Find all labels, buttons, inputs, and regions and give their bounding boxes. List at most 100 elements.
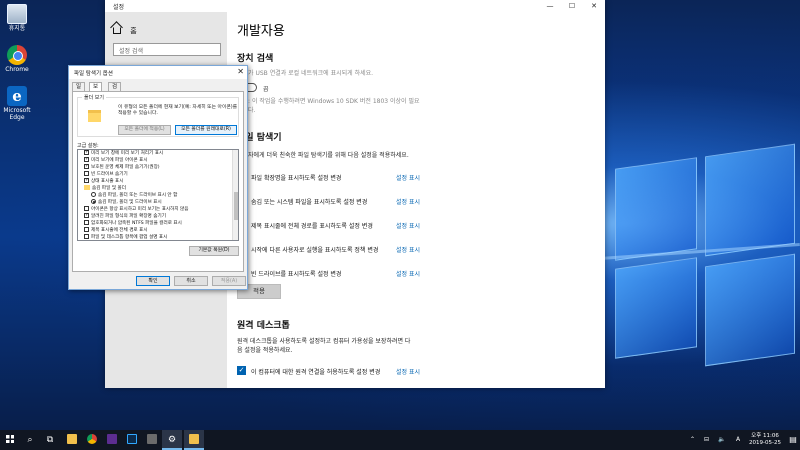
taskbar-visual-studio[interactable] — [102, 430, 122, 450]
checkbox[interactable] — [84, 206, 89, 211]
taskbar-folder-options[interactable] — [184, 430, 204, 450]
adv-setting-label: 암호화되거나 압축된 NTFS 파일을 컬러로 표시 — [91, 221, 182, 226]
checkbox[interactable] — [84, 171, 89, 176]
show-settings-link[interactable]: 설정 표시 — [396, 221, 420, 230]
dialog-apply-button[interactable]: 적용(A) — [212, 276, 246, 286]
adv-setting-item[interactable]: 숨김 파일, 폴더 또는 드라이브 표시 안 함 — [91, 192, 177, 199]
checkbox[interactable] — [84, 212, 89, 219]
apply-to-folders-button[interactable]: 모든 폴더에 적용(L) — [118, 125, 171, 135]
option-label: 제목 표시줄에 전체 경로를 표시하도록 설정 변경 — [251, 223, 373, 230]
desktop-icon-edge[interactable]: e Microsoft Edge — [0, 86, 34, 122]
adv-setting-item[interactable]: 암호화되거나 압축된 NTFS 파일을 컬러로 표시 — [84, 220, 182, 227]
remote-desktop-option[interactable]: ✓ 이 컴퓨터에 대한 원격 연결을 허용하도록 설정 변경 설정 표시 — [237, 366, 597, 376]
network-icon[interactable]: ⊟ — [704, 430, 709, 450]
file-explorer-option[interactable]: ✓ 제목 표시줄에 전체 경로를 표시하도록 설정 변경 설정 표시 — [237, 220, 597, 230]
folder-small-icon — [84, 185, 90, 190]
taskbar-clock[interactable]: 오후 11:06 2019-05-25 — [748, 433, 782, 447]
file-explorer-option[interactable]: ✓ 숨김 또는 시스템 파일을 표시하도록 설정 변경 설정 표시 — [237, 196, 597, 206]
remote-desktop-heading: 원격 데스크톱 — [237, 321, 290, 331]
reset-folders-button[interactable]: 모든 폴더를 원래대로(R) — [175, 125, 237, 135]
show-settings-link[interactable]: 설정 표시 — [396, 173, 420, 182]
option-label: 이 컴퓨터에 대한 원격 연결을 허용하도록 설정 변경 — [251, 369, 381, 376]
folder-options-dialog: 파일 탐색기 옵션 ✕ 일반 보기 검색 폴더 보기 이 유형의 모든 폴더에 … — [68, 65, 248, 290]
dialog-close-button[interactable]: ✕ — [237, 67, 244, 76]
minimize-button[interactable]: — — [539, 0, 561, 12]
checkbox-checked[interactable]: ✓ — [237, 366, 246, 375]
adv-setting-item[interactable]: 상태 표시줄 표시 — [84, 177, 124, 185]
adv-setting-label: 빈 드라이브 숨기기 — [91, 172, 128, 177]
adv-setting-label: 알려진 파일 형식의 파일 확장명 숨기기 — [91, 214, 166, 219]
adv-setting-label: 상태 표시줄 표시 — [91, 179, 124, 184]
adv-setting-item[interactable]: 빈 드라이브 숨기기 — [84, 171, 128, 178]
show-settings-link[interactable]: 설정 표시 — [396, 269, 420, 278]
option-label: 빈 드라이브를 표시하도록 설정 변경 — [251, 271, 342, 278]
clock-time: 오후 11:06 — [751, 433, 779, 439]
logo-pane-br — [705, 253, 795, 367]
logo-pane-bl — [615, 257, 697, 359]
advanced-list-scrollbar[interactable] — [232, 150, 238, 240]
nav-home[interactable]: 홈 — [113, 26, 137, 36]
radio-button[interactable] — [91, 199, 96, 204]
restore-defaults-button[interactable]: 기본값 복원(D) — [189, 246, 239, 256]
settings-search-input[interactable]: 설정 검색 — [113, 43, 221, 56]
search-icon: ⌕ — [27, 435, 33, 445]
start-button[interactable] — [0, 430, 20, 450]
file-explorer-option[interactable]: ✓ 시작에 다른 사용자로 실행을 표시하도록 정책 변경 설정 표시 — [237, 244, 597, 254]
checkbox[interactable] — [84, 150, 89, 156]
taskbar-file-explorer[interactable] — [62, 430, 82, 450]
settings-content: 개발자용 장치 검색 장치가 USB 연결과 로컬 네트워크에 표시되게 하세요… — [227, 12, 605, 388]
ime-indicator[interactable]: A — [736, 430, 740, 450]
checkbox[interactable] — [84, 177, 89, 184]
adv-setting-item[interactable]: 미리 보기 창에 미리 보기 처리기 표시 — [84, 150, 163, 157]
show-settings-link[interactable]: 설정 표시 — [396, 367, 420, 376]
file-explorer-desc: 개발자에게 더욱 친숙한 파일 탐색기를 위해 다음 설정을 적용하세요. — [237, 152, 409, 159]
cancel-button[interactable]: 취소 — [174, 276, 208, 286]
notification-center-icon[interactable]: ▤ — [786, 430, 800, 450]
checkbox[interactable] — [84, 156, 89, 163]
taskbar-photoshop[interactable] — [122, 430, 142, 450]
remote-desktop-desc-line2: 음 설정을 적용하세요. — [237, 347, 293, 354]
home-icon — [113, 27, 121, 34]
show-settings-link[interactable]: 설정 표시 — [396, 245, 420, 254]
ok-button[interactable]: 확인 — [136, 276, 170, 286]
chrome-icon — [7, 45, 27, 65]
show-settings-link[interactable]: 설정 표시 — [396, 197, 420, 206]
checkbox[interactable] — [84, 227, 89, 232]
checkbox[interactable] — [84, 220, 89, 225]
scrollbar-thumb[interactable] — [234, 192, 238, 220]
adv-setting-item[interactable]: 알려진 파일 형식의 파일 확장명 숨기기 — [84, 212, 166, 220]
photoshop-icon — [127, 434, 137, 444]
settings-titlebar[interactable]: 설정 — ☐ ✕ — [105, 0, 605, 12]
taskbar-search-button[interactable]: ⌕ — [20, 430, 40, 450]
adv-setting-item[interactable]: 아이콘은 항상 표시하고 미리 보기는 표시하지 않음 — [84, 206, 189, 213]
checkbox[interactable] — [84, 234, 89, 239]
adv-setting-item[interactable]: 파일 및 데스크톱 항목에 팝업 설명 표시 — [84, 234, 168, 240]
adv-setting-label: 제목 표시줄에 전체 경로 표시 — [91, 228, 148, 233]
adv-setting-item[interactable]: 제목 표시줄에 전체 경로 표시 — [84, 227, 148, 234]
file-explorer-option[interactable]: ✓ 파일 확장명을 표시하도록 설정 변경 설정 표시 — [237, 172, 597, 182]
desktop-icon-chrome[interactable]: Chrome — [0, 45, 34, 74]
logo-pane-tl — [615, 157, 697, 261]
adv-setting-item[interactable]: 미리 보기에 파일 아이콘 표시 — [84, 156, 148, 164]
tray-overflow-icon[interactable]: ⌃ — [690, 430, 695, 450]
checkbox[interactable] — [84, 163, 89, 170]
adv-setting-label: 파일 및 데스크톱 항목에 팝업 설명 표시 — [91, 235, 168, 240]
taskbar-settings[interactable]: ⚙ — [162, 430, 182, 450]
close-button[interactable]: ✕ — [583, 0, 605, 12]
advanced-settings-list[interactable]: 미리 보기 창에 미리 보기 처리기 표시 미리 보기에 파일 아이콘 표시 보… — [77, 149, 239, 241]
recycle-bin-icon — [7, 4, 27, 24]
folder-view-legend: 폴더 보기 — [82, 94, 106, 101]
adv-setting-item[interactable]: 숨김 파일, 폴더 및 드라이브 표시 — [91, 199, 162, 206]
volume-icon[interactable]: 🔈 — [718, 430, 725, 450]
maximize-button[interactable]: ☐ — [561, 0, 583, 12]
adv-setting-item[interactable]: 보호된 운영 체제 파일 숨기기(권장) — [84, 163, 160, 171]
dialog-titlebar[interactable]: 파일 탐색기 옵션 ✕ — [69, 66, 247, 79]
task-view-button[interactable]: ⧉ — [40, 430, 60, 450]
option-label: 숨김 또는 시스템 파일을 표시하도록 설정 변경 — [251, 199, 368, 206]
file-explorer-option[interactable]: ✓ 빈 드라이브를 표시하도록 설정 변경 설정 표시 — [237, 268, 597, 278]
taskbar-chrome[interactable] — [82, 430, 102, 450]
taskbar-app[interactable] — [142, 430, 162, 450]
radio-button[interactable] — [91, 192, 96, 197]
adv-setting-label: 숨김 파일 및 폴더 — [92, 186, 126, 191]
desktop-icon-recycle-bin[interactable]: 휴지통 — [0, 4, 34, 33]
